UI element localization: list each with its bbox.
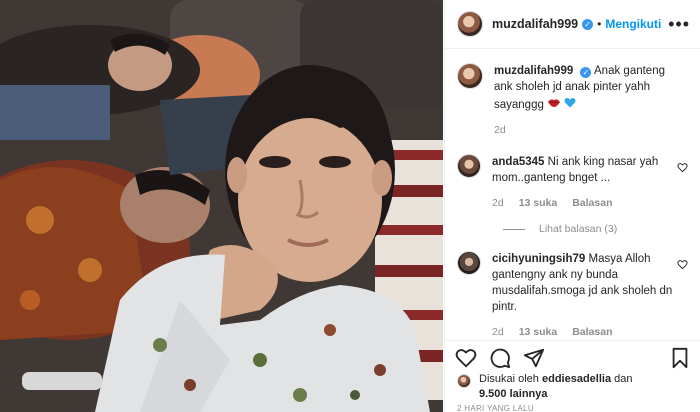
likes-count[interactable]: 9.500 lainnya [479,388,548,400]
following-button[interactable]: Mengikuti [605,17,661,31]
comment-age: 2d [492,197,504,209]
comment-username[interactable]: anda5345 [492,156,544,168]
caption-username[interactable]: muzdalifah999 [494,65,573,77]
caption-emoji [547,97,576,108]
verified-badge-icon: ✓ [582,18,594,30]
comment-username[interactable]: cicihyuningsih79 [492,253,585,265]
liker-avatar[interactable] [457,374,471,388]
comments-section: muzdalifah999 ✓ Anak ganteng ank sholeh … [445,49,700,340]
comment-likes[interactable]: 13 suka [519,195,558,211]
comment-item: cicihyuningsih79 Masya Alloh gantengny a… [457,251,688,340]
author-avatar[interactable] [457,11,483,37]
verified-badge-icon: ✓ [580,67,592,78]
likes-prefix: Disukai oleh [479,373,539,385]
like-comment-heart-icon[interactable] [677,162,688,173]
post-caption: muzdalifah999 ✓ Anak ganteng ank sholeh … [457,63,688,138]
comment-meta: 2d 13 suka Balasan [492,324,682,340]
post-header: muzdalifah999 ✓ • Mengikuti ••• [445,0,700,49]
likes-and: dan [614,373,633,385]
view-replies-link[interactable]: Lihat balasan (3) [503,223,688,235]
view-replies-line [503,228,525,230]
commenter-avatar[interactable] [457,154,481,178]
reply-button[interactable]: Balasan [572,195,612,211]
photo-illustration [0,0,443,412]
view-replies-label: Lihat balasan (3) [539,223,618,235]
like-heart-icon[interactable] [455,347,477,369]
post-photo[interactable] [0,0,443,412]
share-paper-plane-icon[interactable] [523,347,545,369]
post-action-bar [445,340,700,369]
comment-bubble-icon[interactable] [489,347,511,369]
like-comment-heart-icon[interactable] [677,259,688,270]
more-options-icon[interactable]: ••• [668,15,690,33]
comment-meta: 2d 13 suka Balasan [492,195,682,211]
post-side-panel: muzdalifah999 ✓ • Mengikuti ••• muzdalif… [444,0,700,412]
comment-age: 2d [492,326,504,338]
comment-item: anda5345 Ni ank king nasar yah mom..gant… [457,154,688,211]
comment-likes[interactable]: 13 suka [519,324,558,340]
likes-summary: Disukai oleh eddiesadellia dan 9.500 lai… [457,372,633,402]
author-username[interactable]: muzdalifah999 [492,17,578,31]
caption-meta: 2d [494,122,684,138]
commenter-avatar[interactable] [457,251,481,275]
reply-button[interactable]: Balasan [572,324,612,340]
liker-username[interactable]: eddiesadellia [542,373,611,385]
bookmark-save-icon[interactable] [669,347,691,369]
blue-heart-emoji-icon [564,97,576,108]
separator-dot: • [597,17,602,31]
caption-age: 2d [494,124,506,136]
author-avatar[interactable] [457,63,483,89]
post-timestamp: 2 HARI YANG LALU [457,404,534,412]
lips-emoji-icon [548,99,561,107]
